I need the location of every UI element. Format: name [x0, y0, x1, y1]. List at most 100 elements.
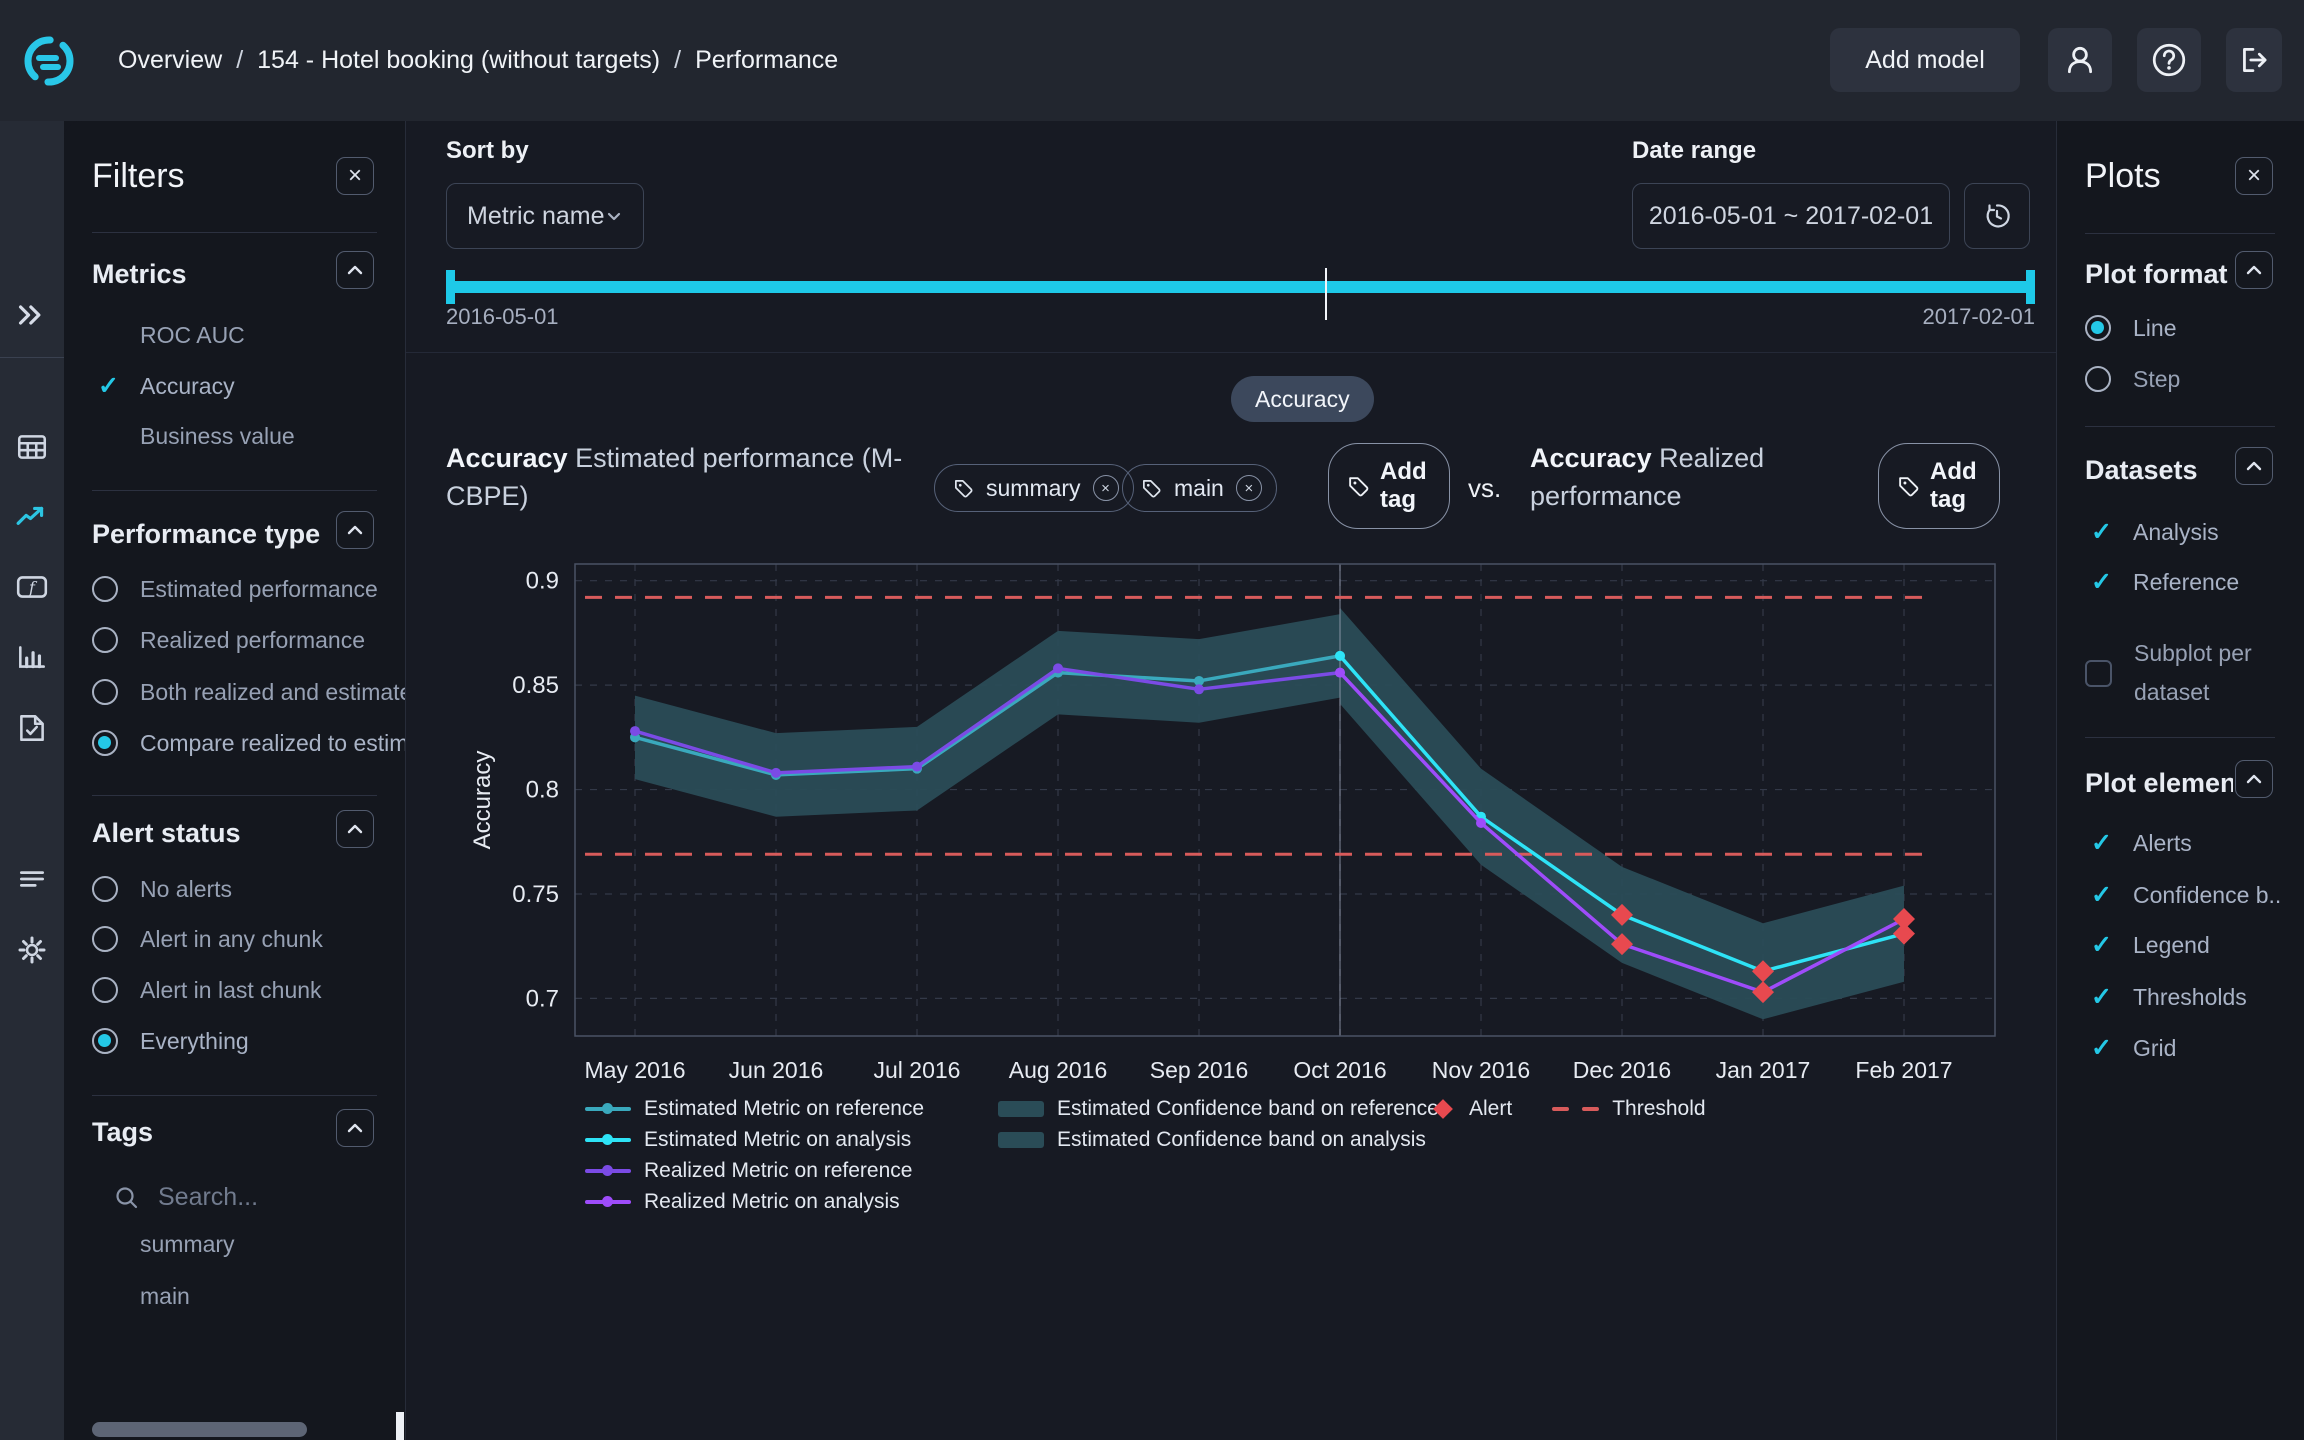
radio-realized-performance[interactable]: Realized performance: [64, 620, 405, 660]
plot-element-label: Thresholds: [2133, 984, 2247, 1011]
radio-no-alerts[interactable]: No alerts: [64, 869, 405, 909]
remove-tag-icon[interactable]: ×: [1236, 475, 1262, 501]
radio-both-realized-estimated[interactable]: Both realized and estimated: [64, 672, 405, 712]
nav-functions[interactable]: f: [0, 565, 64, 609]
vertical-scrollbar-thumb[interactable]: [396, 1412, 404, 1440]
plot-element-legend[interactable]: ✓ Legend: [2057, 925, 2304, 965]
help-button[interactable]: [2137, 28, 2201, 92]
radio-alert-any-chunk[interactable]: Alert in any chunk: [64, 919, 405, 959]
date-range-slider[interactable]: [446, 268, 2035, 328]
plot-element-alerts[interactable]: ✓ Alerts: [2057, 823, 2304, 863]
nav-logs[interactable]: [0, 857, 64, 901]
datasets-collapse-button[interactable]: [2235, 447, 2273, 485]
nav-data-table[interactable]: [0, 425, 64, 469]
app-logo-icon[interactable]: [22, 34, 76, 88]
tag-chip-main[interactable]: main ×: [1122, 464, 1277, 512]
radio-label: Line: [2133, 315, 2176, 342]
tag-list-item-main[interactable]: main: [140, 1283, 190, 1310]
plot-element-confidence-bands[interactable]: ✓ Confidence b..: [2057, 875, 2304, 915]
radio-everything[interactable]: Everything: [64, 1021, 405, 1061]
remove-tag-icon[interactable]: ×: [1093, 475, 1119, 501]
metric-pill[interactable]: Accuracy: [1231, 376, 1374, 422]
nav-performance-active[interactable]: [0, 496, 64, 540]
breadcrumb-model[interactable]: 154 - Hotel booking (without targets): [257, 46, 660, 75]
dataset-label: Reference: [2133, 569, 2239, 596]
expand-sidebar-button[interactable]: [0, 293, 64, 337]
plot-element-grid[interactable]: ✓ Grid: [2057, 1028, 2304, 1068]
tag-list-item-summary[interactable]: summary: [140, 1231, 235, 1258]
double-chevron-right-icon: [16, 299, 48, 331]
metrics-collapse-button[interactable]: [336, 251, 374, 289]
legend-item: Realized Metric on reference: [585, 1160, 924, 1182]
check-icon: ✓: [2091, 567, 2133, 597]
date-range-reset-button[interactable]: [1964, 183, 2030, 249]
breadcrumb-performance[interactable]: Performance: [695, 46, 838, 75]
subplot-per-dataset-checkbox[interactable]: Subplot per dataset: [2057, 633, 2304, 713]
svg-text:0.9: 0.9: [526, 568, 559, 595]
plot-format-collapse-button[interactable]: [2235, 251, 2273, 289]
dataset-label: Analysis: [2133, 519, 2219, 546]
nav-reports[interactable]: [0, 706, 64, 750]
legend-label: Estimated Metric on reference: [644, 1097, 924, 1121]
check-icon: ✓: [2091, 517, 2133, 547]
radio-label: Step: [2133, 366, 2180, 393]
line-swatch: [585, 1200, 631, 1205]
svg-text:Sep 2016: Sep 2016: [1150, 1057, 1248, 1083]
svg-text:0.75: 0.75: [512, 881, 559, 908]
add-tag-button-left[interactable]: Add tag: [1328, 443, 1450, 529]
radio-compare-realized-estimated[interactable]: Compare realized to estimated: [64, 723, 405, 763]
legend-metrics-column: Estimated Metric on reference Estimated …: [585, 1098, 924, 1213]
svg-text:May 2016: May 2016: [584, 1057, 685, 1083]
plots-close-button[interactable]: ×: [2235, 157, 2273, 195]
tags-search-input[interactable]: [158, 1183, 338, 1212]
tag-chip-summary[interactable]: summary ×: [934, 464, 1134, 512]
add-tag-label: Add tag: [1930, 458, 1982, 514]
svg-text:f: f: [28, 578, 38, 597]
nav-settings[interactable]: [0, 928, 64, 972]
function-icon: f: [15, 570, 49, 604]
legend-label: Estimated Confidence band on analysis: [1057, 1128, 1426, 1152]
user-button[interactable]: [2048, 28, 2112, 92]
legend-alert-column: Alert Threshold: [1430, 1098, 1706, 1120]
plot-format-section-title: Plot format: [2085, 259, 2228, 290]
performance-type-collapse-button[interactable]: [336, 511, 374, 549]
logout-button[interactable]: [2226, 28, 2282, 92]
metric-label: ROC AUC: [140, 322, 245, 349]
metric-item-accuracy[interactable]: ✓ Accuracy: [64, 366, 405, 406]
metric-item-roc-auc[interactable]: ✓ ROC AUC: [64, 315, 405, 355]
nav-bar-charts[interactable]: [0, 635, 64, 679]
date-range-input[interactable]: 2016-05-01 ~ 2017-02-01: [1632, 183, 1950, 249]
legend-label: Realized Metric on reference: [644, 1159, 912, 1183]
checkbox-icon: [2085, 660, 2112, 687]
svg-text:Jan 2017: Jan 2017: [1716, 1057, 1811, 1083]
plot-element-thresholds[interactable]: ✓ Thresholds: [2057, 977, 2304, 1017]
radio-alert-last-chunk[interactable]: Alert in last chunk: [64, 970, 405, 1010]
slider-right-handle[interactable]: [2026, 270, 2035, 304]
sort-by-select[interactable]: Metric name: [446, 183, 644, 249]
alert-status-section-title: Alert status: [92, 818, 241, 849]
divider: [92, 490, 377, 491]
breadcrumb-overview[interactable]: Overview: [118, 46, 222, 75]
add-model-button[interactable]: Add model: [1830, 28, 2020, 92]
metric-item-business-value[interactable]: ✓ Business value: [64, 416, 405, 456]
alert-status-collapse-button[interactable]: [336, 810, 374, 848]
legend-label: Threshold: [1612, 1097, 1705, 1121]
add-tag-button-right[interactable]: Add tag: [1878, 443, 2000, 529]
svg-text:Feb 2017: Feb 2017: [1855, 1057, 1952, 1083]
tags-collapse-button[interactable]: [336, 1109, 374, 1147]
check-icon: ✓: [2091, 930, 2133, 960]
plot-elements-collapse-button[interactable]: [2235, 760, 2273, 798]
chevron-up-icon: [345, 260, 365, 280]
slider-range-bar[interactable]: [446, 281, 2035, 293]
slider-left-handle[interactable]: [446, 270, 455, 304]
band-swatch: [998, 1101, 1044, 1117]
radio-plot-format-line[interactable]: Line: [2057, 308, 2304, 348]
radio-plot-format-step[interactable]: Step: [2057, 359, 2304, 399]
threshold-dash-swatch: [1582, 1107, 1599, 1112]
filters-close-button[interactable]: ×: [336, 157, 374, 195]
dataset-item-reference[interactable]: ✓ Reference: [2057, 562, 2304, 602]
horizontal-scrollbar-thumb[interactable]: [92, 1422, 307, 1437]
dataset-item-analysis[interactable]: ✓ Analysis: [2057, 512, 2304, 552]
close-icon: ×: [348, 164, 362, 188]
radio-estimated-performance[interactable]: Estimated performance: [64, 569, 405, 609]
